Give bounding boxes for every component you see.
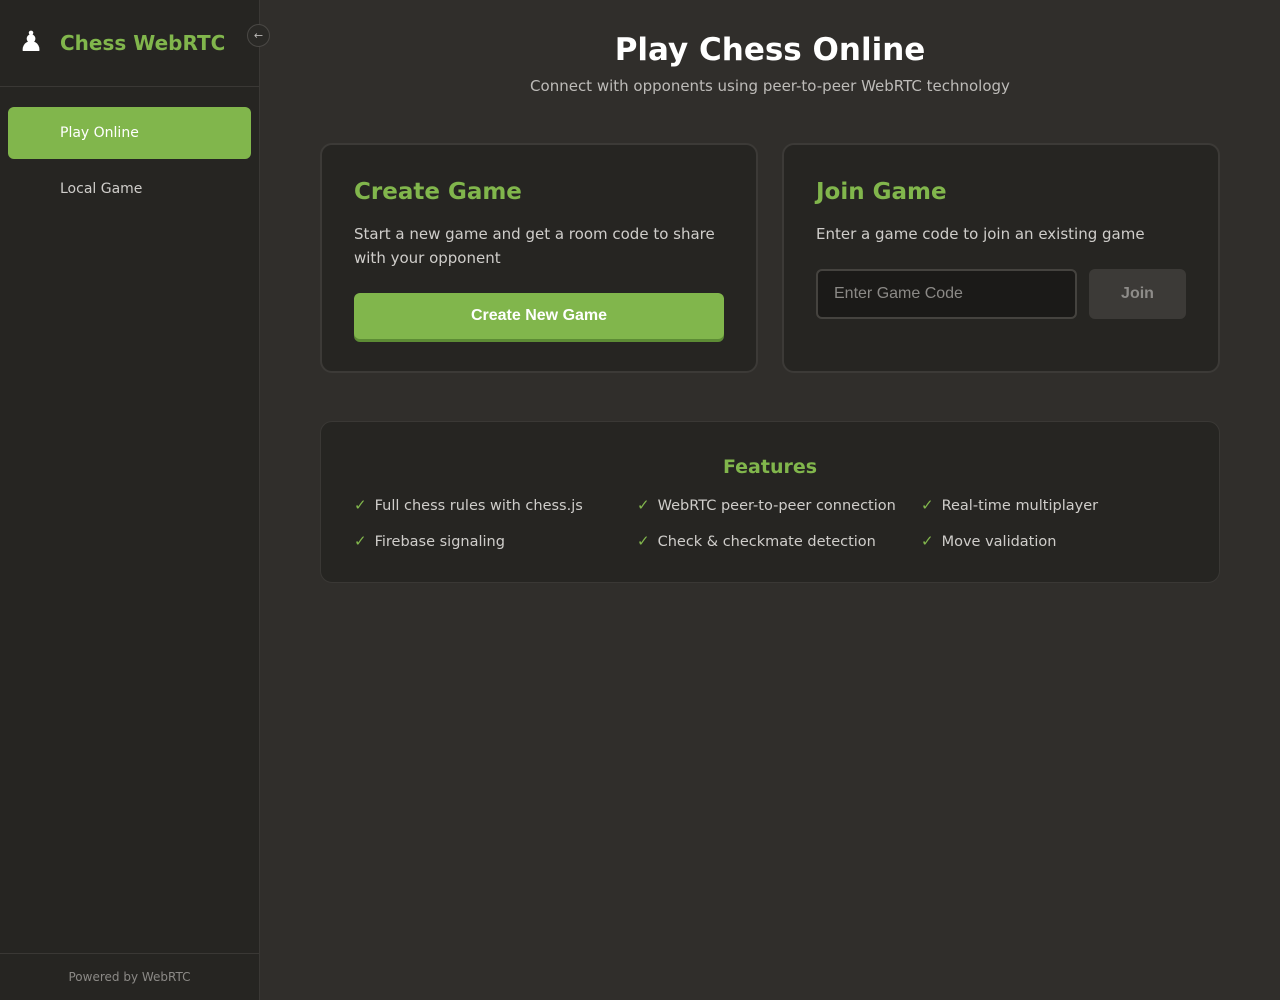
feature-label: Check & checkmate detection: [657, 534, 876, 550]
sidebar-header: ♟ Chess WebRTC: [0, 0, 259, 87]
features-panel: Features ✓ Full chess rules with chess.js…: [320, 421, 1220, 583]
create-game-card: Create Game Start a new game and get a r…: [320, 143, 758, 373]
game-code-input[interactable]: [816, 269, 1077, 319]
feature-label: WebRTC peer-to-peer connection: [657, 498, 896, 514]
features-title-text: Features: [722, 456, 818, 478]
join-game-description: Enter a game code to join an existing ga…: [816, 225, 1145, 243]
check-icon: ✓: [921, 496, 934, 514]
join-button[interactable]: Join: [1089, 269, 1186, 319]
page-title: Play Chess Online: [260, 30, 1280, 70]
sidebar-item-label: Local Game: [60, 181, 143, 197]
sidebar-nav: Play Online Local Game: [8, 107, 251, 219]
globe-icon: [30, 123, 44, 141]
feature-item: ✓ Check & checkmate detection: [637, 531, 876, 552]
sidebar: ♟ Chess WebRTC ← Play Online Local Game …: [0, 0, 270, 1000]
feature-label: Move validation: [941, 534, 1057, 550]
check-icon: ✓: [637, 496, 650, 514]
sidebar-footer: Powered by WebRTC: [0, 953, 259, 1000]
feature-item: ✓ Move validation: [921, 531, 1056, 552]
feature-item: ✓ Firebase signaling: [354, 531, 505, 552]
feature-item: ✓ WebRTC peer-to-peer connection: [637, 495, 896, 516]
page-subtitle: Connect with opponents using peer-to-pee…: [530, 77, 1010, 95]
create-game-title-text: Create Game: [354, 179, 522, 205]
join-game-card: Join Game Enter a game code to join an e…: [782, 143, 1220, 373]
feature-item: ✓ Real-time multiplayer: [921, 495, 1098, 516]
check-icon: ✓: [354, 496, 367, 514]
check-icon: ✓: [354, 532, 367, 550]
join-game-title-text: Join Game: [816, 179, 947, 205]
create-game-description: Start a new game and get a room code to …: [354, 225, 715, 267]
feature-label: Full chess rules with chess.js: [374, 498, 583, 514]
check-icon: ✓: [637, 532, 650, 550]
feature-label: Real-time multiplayer: [941, 498, 1099, 514]
app-brand: Chess WebRTC: [60, 31, 226, 55]
join-game-title: Join Game: [816, 177, 947, 207]
check-icon: ✓: [921, 532, 934, 550]
create-new-game-button[interactable]: Create New Game: [354, 293, 724, 339]
sidebar-item-local-game[interactable]: Local Game: [8, 163, 251, 215]
feature-item: ✓ Full chess rules with chess.js: [354, 495, 583, 516]
feature-label: Firebase signaling: [374, 534, 505, 550]
sidebar-item-label: Play Online: [60, 125, 139, 141]
local-game-icon: [30, 179, 44, 197]
sidebar-item-play-online[interactable]: Play Online: [8, 107, 251, 159]
features-title: Features: [321, 454, 1219, 480]
create-game-title: Create Game: [354, 177, 522, 207]
page-title-text: Play Chess Online: [614, 32, 926, 68]
chess-pawn-icon: ♟: [18, 25, 44, 58]
